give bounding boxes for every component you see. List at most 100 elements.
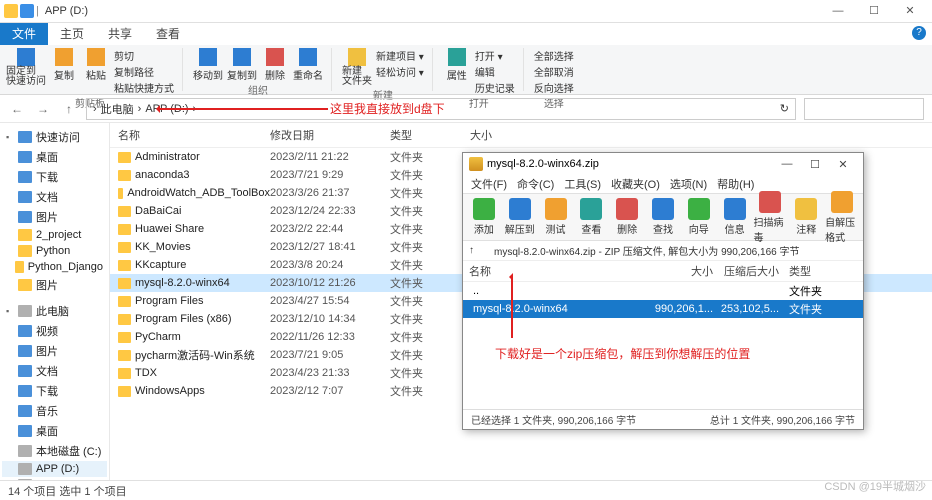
tab-file[interactable]: 文件 (0, 23, 48, 45)
tab-share[interactable]: 共享 (96, 23, 144, 45)
col-size[interactable]: 大小 (470, 127, 530, 143)
minimize-button[interactable]: — (820, 0, 856, 23)
cut-button[interactable]: 剪切 (114, 48, 174, 63)
zip-row[interactable]: ..文件夹 (463, 282, 863, 300)
zip-delete-button[interactable]: 删除 (610, 198, 644, 236)
sidebar-django[interactable]: Python_Django (2, 259, 107, 275)
zip-minimize[interactable]: — (773, 158, 801, 171)
zip-add-button[interactable]: 添加 (467, 198, 501, 236)
sidebar-dl2[interactable]: 下载 (2, 381, 107, 401)
sidebar-docs2[interactable]: 文档 (2, 361, 107, 381)
properties-button[interactable]: 属性 (443, 48, 471, 82)
sidebar-python[interactable]: Python (2, 243, 107, 259)
sidebar-desktop2[interactable]: 桌面 (2, 421, 107, 441)
zip-test-button[interactable]: 测试 (539, 198, 573, 236)
zip-col-type[interactable]: 类型 (783, 263, 833, 279)
easyaccess-button[interactable]: 轻松访问 ▾ (376, 64, 424, 79)
zip-close[interactable]: ✕ (829, 158, 857, 171)
zip-row[interactable]: mysql-8.2.0-winx64990,206,1...253,102,5.… (463, 300, 863, 318)
sidebar-project[interactable]: 2_project (2, 227, 107, 243)
zip-info-button[interactable]: 信息 (718, 198, 752, 236)
up-button[interactable]: ↑ (60, 100, 78, 118)
close-button[interactable]: ✕ (892, 0, 928, 23)
sidebar-docs[interactable]: 文档 (2, 187, 107, 207)
copypath-button[interactable]: 复制路径 (114, 64, 174, 79)
zip-maximize[interactable]: ☐ (801, 158, 829, 171)
delete-button[interactable]: 删除 (261, 48, 289, 82)
copy-button[interactable]: 复制 (50, 48, 78, 82)
col-date[interactable]: 修改日期 (270, 127, 390, 143)
tab-home[interactable]: 主页 (48, 23, 96, 45)
refresh-button[interactable]: ↻ (780, 102, 789, 115)
breadcrumb-sep: › (138, 103, 142, 115)
zip-col-packed[interactable]: 压缩后大小 (713, 263, 783, 279)
breadcrumb[interactable]: › 此电脑 › APP (D:) › ↻ (86, 98, 796, 120)
zip-scan-button[interactable]: 扫描病毒 (754, 191, 788, 244)
zip-menu-fav[interactable]: 收藏夹(O) (611, 176, 660, 192)
breadcrumb-pc[interactable]: 此电脑 (101, 101, 134, 117)
group-organize-label: 组织 (193, 82, 323, 97)
ribbon-tabs: 文件 主页 共享 查看 (0, 23, 932, 45)
sidebar-downloads[interactable]: 下载 (2, 167, 107, 187)
pasteshortcut-button[interactable]: 粘贴快捷方式 (114, 80, 174, 95)
newfolder-button[interactable]: 新建 文件夹 (342, 48, 372, 87)
zip-menu-opt[interactable]: 选项(N) (670, 176, 707, 192)
paste-button[interactable]: 粘贴 (82, 48, 110, 82)
file-header: 名称 修改日期 类型 大小 (110, 123, 932, 148)
up-icon[interactable]: ↑ (469, 245, 474, 256)
zip-find-button[interactable]: 查找 (646, 198, 680, 236)
newitem-button[interactable]: 新建项目 ▾ (376, 48, 424, 63)
sidebar-pics2[interactable]: 图片 (2, 275, 107, 295)
zip-menu-cmd[interactable]: 命令(C) (517, 176, 554, 192)
zip-menu-tool[interactable]: 工具(S) (564, 176, 601, 192)
folder-icon (20, 4, 34, 18)
tab-view[interactable]: 查看 (144, 23, 192, 45)
history-button[interactable]: 历史记录 (475, 80, 515, 95)
sidebar-pics[interactable]: 图片 (2, 207, 107, 227)
pin-button[interactable]: 固定到 快速访问 (6, 48, 46, 87)
zip-status-left: 已经选择 1 文件夹, 990,206,166 字节 (471, 412, 636, 427)
sidebar-quickaccess[interactable]: ▪快速访问 (2, 127, 107, 147)
forward-button[interactable]: → (34, 100, 52, 118)
zip-pathbar: ↑ mysql-8.2.0-winx64.zip - ZIP 压缩文件, 解包大… (463, 241, 863, 261)
back-button[interactable]: ← (8, 100, 26, 118)
zip-body: ..文件夹mysql-8.2.0-winx64990,206,1...253,1… (463, 282, 863, 409)
col-name[interactable]: 名称 (110, 127, 270, 143)
sidebar-music[interactable]: 音乐 (2, 401, 107, 421)
edit-button[interactable]: 编辑 (475, 64, 515, 79)
sidebar-pics3[interactable]: 图片 (2, 341, 107, 361)
copyto-button[interactable]: 复制到 (227, 48, 257, 82)
zip-view-button[interactable]: 查看 (574, 198, 608, 236)
selectinvert-button[interactable]: 反向选择 (534, 80, 574, 95)
sidebar: ▪快速访问 桌面 下载 文档 图片 2_project Python Pytho… (0, 123, 110, 483)
zip-col-name[interactable]: 名称 (463, 263, 643, 279)
sidebar-thispc[interactable]: ▪此电脑 (2, 301, 107, 321)
watermark: CSDN @19半城烟沙 (824, 478, 926, 494)
sidebar-video[interactable]: 视频 (2, 321, 107, 341)
search-input[interactable] (804, 98, 924, 120)
zip-menu-help[interactable]: 帮助(H) (717, 176, 754, 192)
maximize-button[interactable]: ☐ (856, 0, 892, 23)
zip-status-right: 总计 1 文件夹, 990,206,166 字节 (710, 412, 855, 427)
selectnone-button[interactable]: 全部取消 (534, 64, 574, 79)
col-type[interactable]: 类型 (390, 127, 470, 143)
zip-header: 名称 大小 压缩后大小 类型 (463, 261, 863, 282)
selectall-button[interactable]: 全部选择 (534, 48, 574, 63)
zip-col-size[interactable]: 大小 (643, 263, 713, 279)
zip-menu-file[interactable]: 文件(F) (471, 176, 507, 192)
sidebar-app[interactable]: APP (D:) (2, 461, 107, 477)
breadcrumb-loc[interactable]: APP (D:) (145, 103, 188, 115)
help-icon[interactable]: ? (912, 26, 926, 40)
sidebar-desktop[interactable]: 桌面 (2, 147, 107, 167)
zip-sfx-button[interactable]: 自解压格式 (825, 191, 859, 244)
rename-button[interactable]: 重命名 (293, 48, 323, 82)
zip-icon (478, 245, 490, 257)
sidebar-cdisk[interactable]: 本地磁盘 (C:) (2, 441, 107, 461)
zip-comment-button[interactable]: 注释 (789, 198, 823, 236)
open-button[interactable]: 打开 ▾ (475, 48, 515, 63)
explorer-statusbar: 14 个项目 选中 1 个项目 (0, 480, 932, 500)
zip-wizard-button[interactable]: 向导 (682, 198, 716, 236)
zip-extract-button[interactable]: 解压到 (503, 198, 537, 236)
moveto-button[interactable]: 移动到 (193, 48, 223, 82)
zip-icon (469, 157, 483, 171)
